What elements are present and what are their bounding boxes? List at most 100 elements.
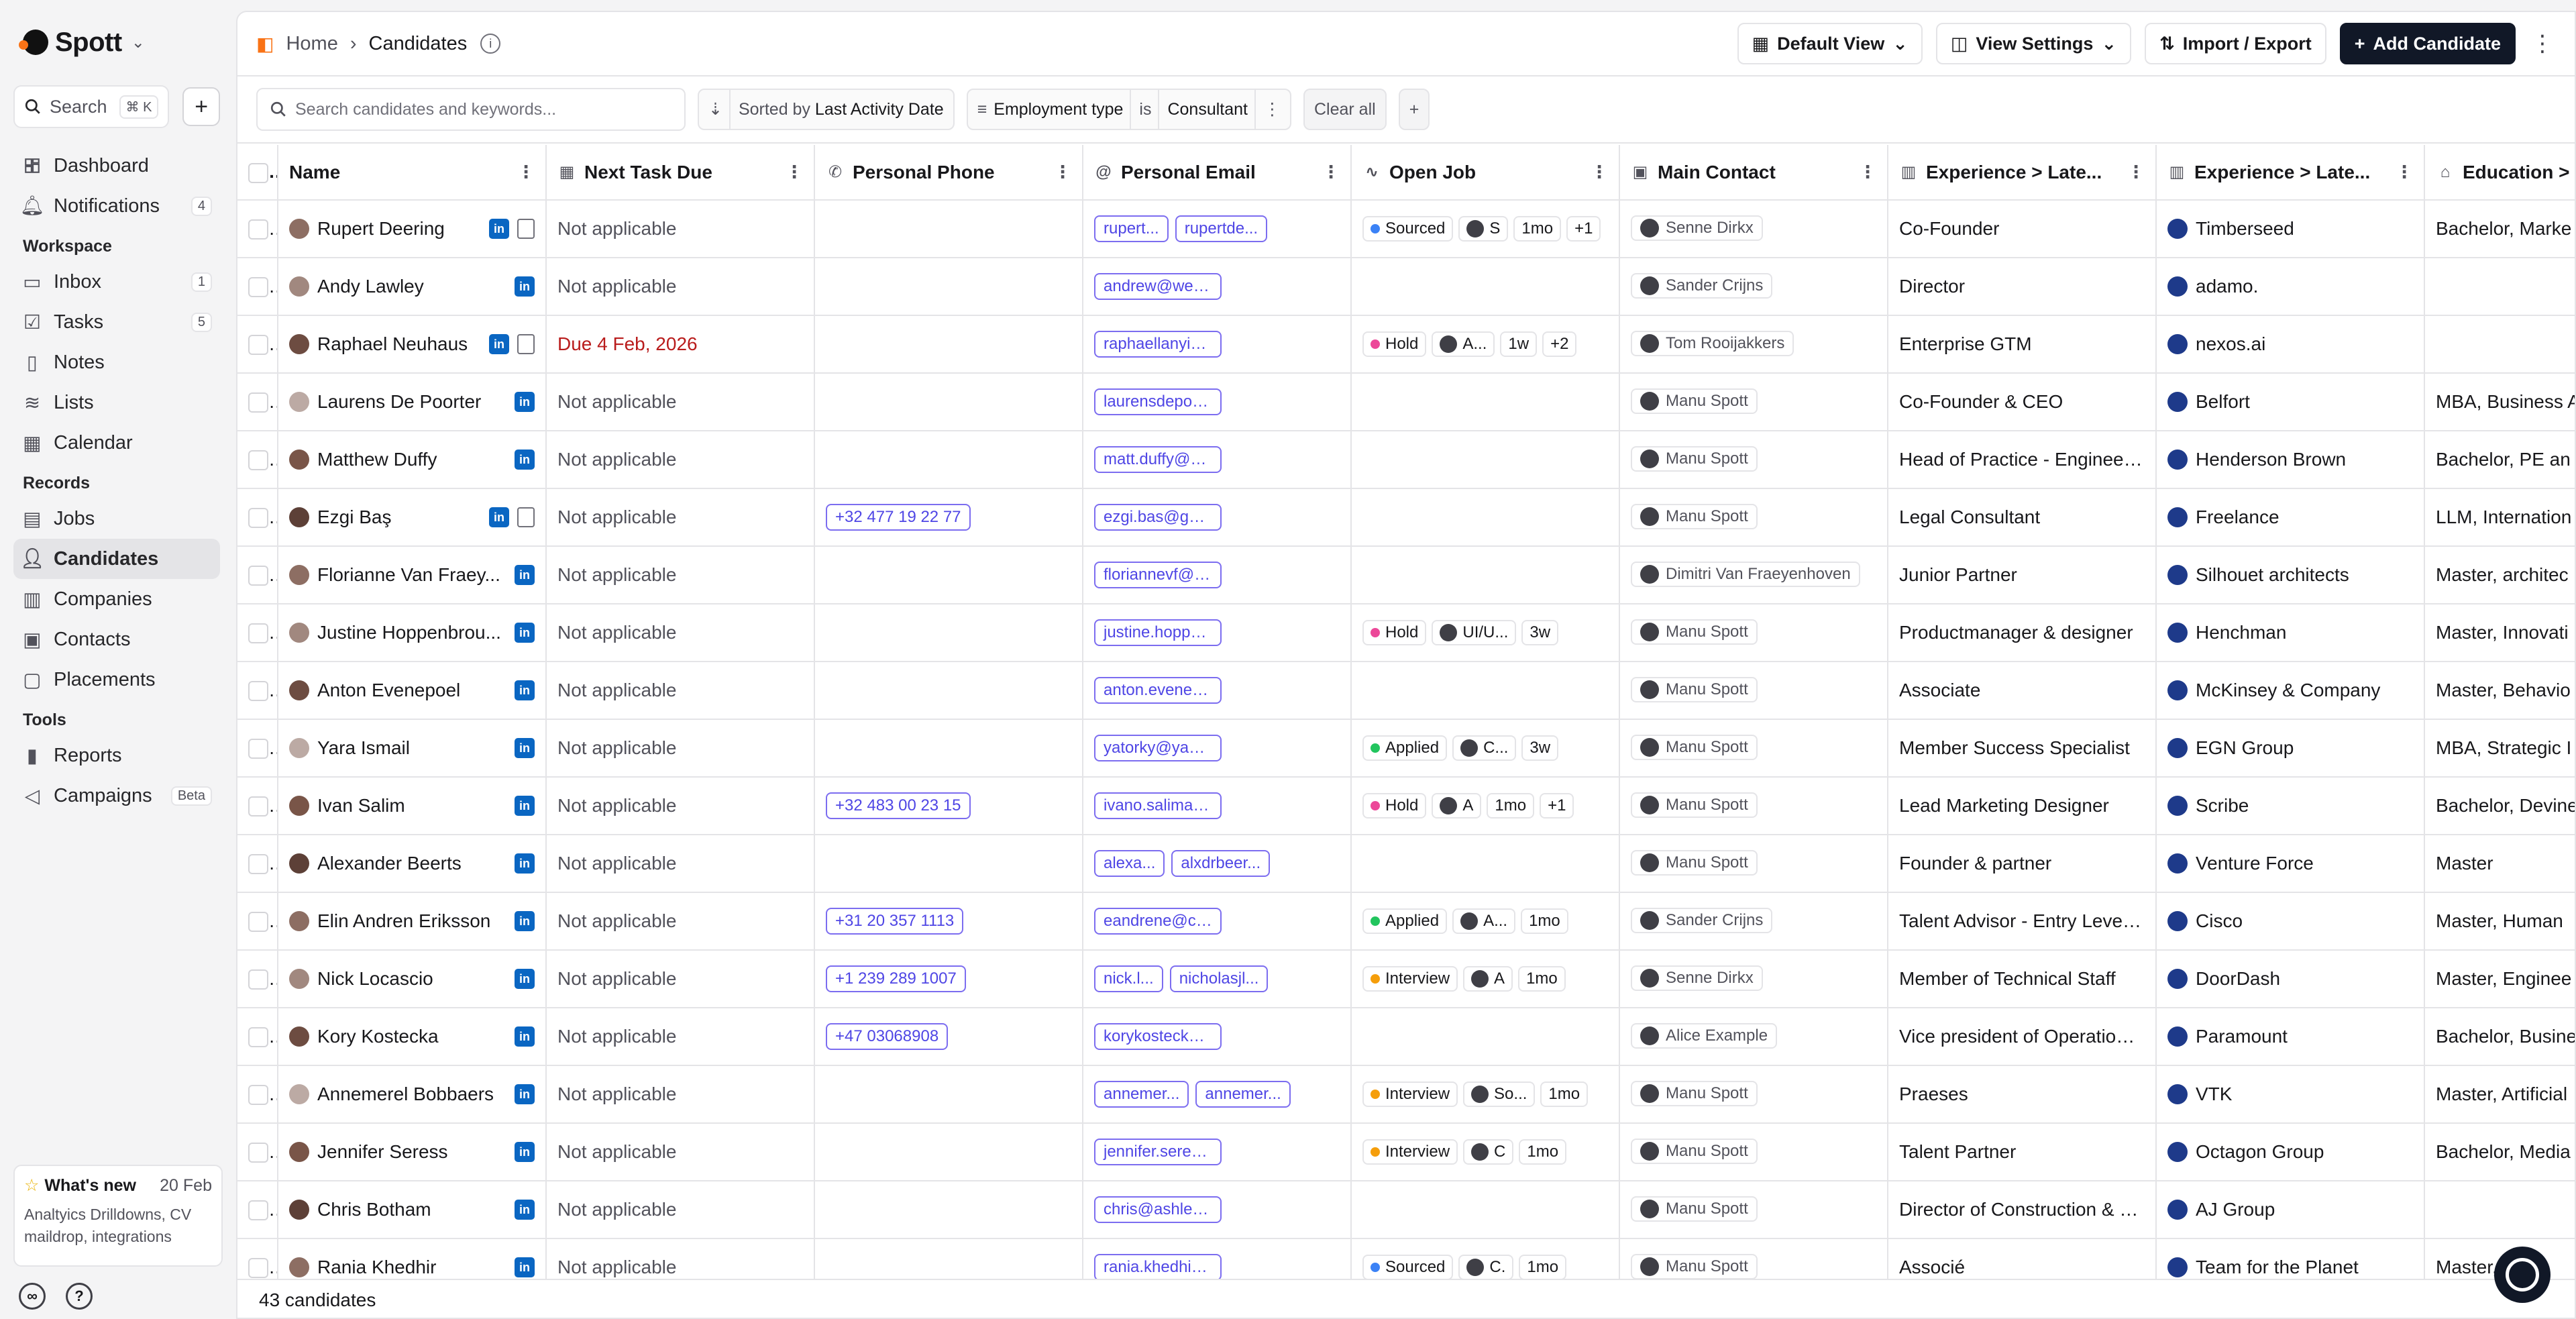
column-header[interactable]: @ Personal Email ⋮ xyxy=(1083,145,1352,201)
candidate-name[interactable]: Rania Khedhir xyxy=(317,1257,506,1278)
candidate-name[interactable]: Laurens De Poorter xyxy=(317,391,506,413)
email-cell[interactable]: floriannevf@hotmail.com xyxy=(1083,546,1352,604)
table-row[interactable]: Jennifer Seress in Not applicable jennif… xyxy=(237,1123,2575,1181)
row-checkbox[interactable] xyxy=(248,277,268,298)
next-task-cell[interactable]: Not applicable xyxy=(546,835,815,893)
column-header[interactable]: ⌂ Education > xyxy=(2424,145,2575,201)
contact-pill[interactable]: Manu Spott xyxy=(1631,619,1758,645)
education-cell[interactable]: Master, Human xyxy=(2424,892,2575,951)
phone-cell[interactable] xyxy=(814,1181,1083,1239)
main-contact-cell[interactable]: Manu Spott xyxy=(1619,488,1888,547)
row-checkbox[interactable] xyxy=(248,681,268,702)
link-icon[interactable]: ∞ xyxy=(19,1283,46,1310)
education-cell[interactable] xyxy=(2424,1181,2575,1239)
sidebar-item-lists[interactable]: ≋ Lists xyxy=(13,382,220,423)
job-company-pill[interactable]: A... xyxy=(1432,331,1495,357)
open-job-cell[interactable]: Sourced S 1mo +1 xyxy=(1351,200,1620,258)
experience-company-cell[interactable]: Paramount xyxy=(2156,1008,2425,1066)
contact-pill[interactable]: Manu Spott xyxy=(1631,388,1758,414)
experience-title-cell[interactable]: Associé xyxy=(1888,1238,2157,1279)
linkedin-icon[interactable]: in xyxy=(515,1026,535,1047)
education-cell[interactable]: Bachelor, Devine xyxy=(2424,777,2575,835)
table-row[interactable]: Alexander Beerts in Not applicable alexa… xyxy=(237,835,2575,893)
name-cell[interactable]: Justine Hoppenbrou... in xyxy=(278,604,547,662)
candidate-search-input[interactable] xyxy=(295,99,672,119)
name-cell[interactable]: Elin Andren Eriksson in xyxy=(278,892,547,951)
row-select-cell[interactable] xyxy=(237,835,278,893)
contact-pill[interactable]: Manu Spott xyxy=(1631,504,1758,529)
main-contact-cell[interactable]: Manu Spott xyxy=(1619,835,1888,893)
contact-pill[interactable]: Sander Crijns xyxy=(1631,273,1773,299)
row-select-cell[interactable] xyxy=(237,1181,278,1239)
phone-cell[interactable] xyxy=(814,835,1083,893)
linkedin-icon[interactable]: in xyxy=(515,680,535,700)
experience-company-cell[interactable]: Silhouet architects xyxy=(2156,546,2425,604)
linkedin-icon[interactable]: in xyxy=(515,392,535,412)
next-task-cell[interactable]: Not applicable xyxy=(546,604,815,662)
table-row[interactable]: Justine Hoppenbrou... in Not applicable … xyxy=(237,604,2575,662)
main-contact-cell[interactable]: Sander Crijns xyxy=(1619,258,1888,316)
email-cell[interactable]: rania.khedhir@palicao.com xyxy=(1083,1238,1352,1279)
main-contact-cell[interactable]: Manu Spott xyxy=(1619,777,1888,835)
linkedin-icon[interactable]: in xyxy=(515,450,535,470)
column-header[interactable]: Name ⋮ xyxy=(278,145,547,201)
experience-company-cell[interactable]: Freelance xyxy=(2156,488,2425,547)
next-task-cell[interactable]: Not applicable xyxy=(546,200,815,258)
name-cell[interactable]: Chris Botham in xyxy=(278,1181,547,1239)
contact-pill[interactable]: Manu Spott xyxy=(1631,1196,1758,1222)
main-contact-cell[interactable]: Manu Spott xyxy=(1619,373,1888,431)
phone-cell[interactable] xyxy=(814,315,1083,374)
row-select-cell[interactable] xyxy=(237,373,278,431)
linkedin-icon[interactable]: in xyxy=(515,911,535,931)
sidebar-item-contacts[interactable]: ▣ Contacts xyxy=(13,619,220,660)
email-pill[interactable]: rupert... xyxy=(1094,215,1169,242)
row-select-cell[interactable] xyxy=(237,777,278,835)
phone-pill[interactable]: +47 03068908 xyxy=(826,1023,949,1050)
open-job-cell[interactable] xyxy=(1351,431,1620,489)
main-contact-cell[interactable]: Dimitri Van Fraeyenhoven xyxy=(1619,546,1888,604)
main-contact-cell[interactable]: Sander Crijns xyxy=(1619,892,1888,951)
name-cell[interactable]: Matthew Duffy in xyxy=(278,431,547,489)
experience-title-cell[interactable]: Talent Partner xyxy=(1888,1123,2157,1181)
email-pill[interactable]: alexa... xyxy=(1094,850,1165,877)
column-menu-icon[interactable]: ⋮ xyxy=(2396,162,2413,182)
sidebar-search[interactable]: Search ⌘ K xyxy=(13,85,170,128)
phone-cell[interactable]: +32 477 19 22 77 xyxy=(814,488,1083,547)
table-row[interactable]: Annemerel Bobbaers in Not applicable ann… xyxy=(237,1065,2575,1124)
email-pill[interactable]: justine.hoppenbrouwers@g... xyxy=(1094,619,1222,646)
contact-pill[interactable]: Alice Example xyxy=(1631,1023,1778,1049)
phone-pill[interactable]: +32 483 00 23 15 xyxy=(826,792,971,819)
import-export-button[interactable]: ⇅ Import / Export xyxy=(2145,23,2326,64)
linkedin-icon[interactable]: in xyxy=(489,219,509,239)
phone-cell[interactable]: +1 239 289 1007 xyxy=(814,950,1083,1008)
main-contact-cell[interactable]: Manu Spott xyxy=(1619,1123,1888,1181)
candidate-name[interactable]: Anton Evenepoel xyxy=(317,680,506,701)
experience-title-cell[interactable]: Enterprise GTM xyxy=(1888,315,2157,374)
phone-cell[interactable] xyxy=(814,258,1083,316)
candidate-name[interactable]: Nick Locascio xyxy=(317,968,506,990)
linkedin-icon[interactable]: in xyxy=(515,565,535,585)
clear-all-button[interactable]: Clear all xyxy=(1303,89,1387,130)
table-row[interactable]: Rania Khedhir in Not applicable rania.kh… xyxy=(237,1238,2575,1279)
sidebar-item-notifications[interactable]: 🔔︎ Notifications 4 xyxy=(13,186,220,226)
education-cell[interactable]: Master, architec xyxy=(2424,546,2575,604)
sort-chip[interactable]: ⇣ Sorted by Last Activity Date xyxy=(698,89,955,130)
row-select-cell[interactable] xyxy=(237,546,278,604)
contact-pill[interactable]: Manu Spott xyxy=(1631,850,1758,876)
contact-pill[interactable]: Manu Spott xyxy=(1631,735,1758,760)
experience-company-cell[interactable]: Cisco xyxy=(2156,892,2425,951)
job-status-pill[interactable]: Hold xyxy=(1362,331,1427,357)
next-task-cell[interactable]: Not applicable xyxy=(546,777,815,835)
phone-pill[interactable]: +32 477 19 22 77 xyxy=(826,504,971,531)
name-cell[interactable]: Annemerel Bobbaers in xyxy=(278,1065,547,1124)
contact-pill[interactable]: Manu Spott xyxy=(1631,677,1758,702)
experience-title-cell[interactable]: Member of Technical Staff xyxy=(1888,950,2157,1008)
linkedin-icon[interactable]: in xyxy=(489,334,509,354)
row-select-cell[interactable] xyxy=(237,1123,278,1181)
next-task-cell[interactable]: Not applicable xyxy=(546,1238,815,1279)
table-row[interactable]: Andy Lawley in Not applicable andrew@wea… xyxy=(237,258,2575,316)
email-cell[interactable]: ezgi.bas@gmail.com xyxy=(1083,488,1352,547)
row-checkbox[interactable] xyxy=(248,335,268,356)
experience-company-cell[interactable]: nexos.ai xyxy=(2156,315,2425,374)
job-company-pill[interactable]: UI/U... xyxy=(1432,620,1517,645)
